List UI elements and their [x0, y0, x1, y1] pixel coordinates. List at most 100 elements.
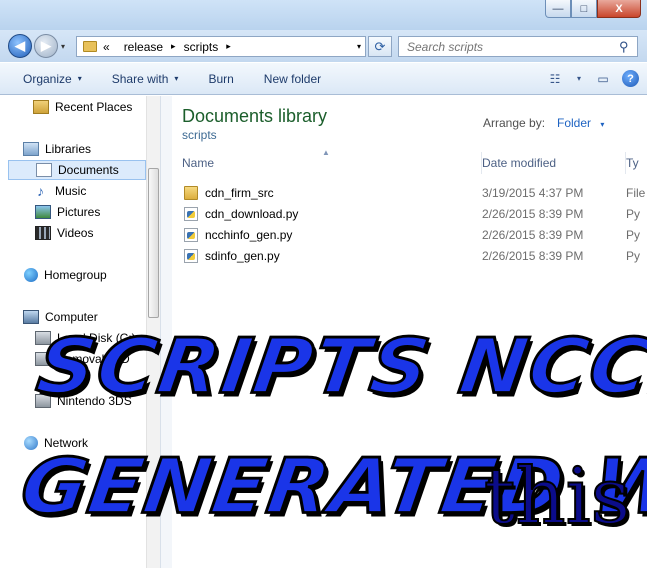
column-headers: ▲ Name Date modified Ty [182, 148, 647, 174]
python-file-icon [184, 248, 198, 263]
file-row[interactable]: ncchinfo_gen.py 2/26/2015 8:39 PM Py [182, 224, 647, 245]
removable-disk-icon [35, 394, 51, 408]
nav-label: Local Disk (C:) [57, 331, 136, 345]
pane-splitter[interactable] [160, 96, 172, 568]
nav-label: Computer [45, 310, 98, 324]
nav-local-disk[interactable]: Local Disk (C:) [35, 328, 136, 348]
help-icon[interactable]: ? [622, 70, 639, 87]
column-name[interactable]: ▲ Name [182, 148, 482, 174]
view-options-icon[interactable]: ☷ [546, 71, 564, 87]
hard-disk-icon [35, 331, 51, 345]
arrange-by-label: Arrange by: [483, 116, 546, 130]
arrange-by-dropdown[interactable]: Folder ▾ [557, 116, 604, 130]
nav-pictures[interactable]: Pictures [35, 202, 100, 222]
chevron-down-icon[interactable]: ▾ [574, 71, 584, 87]
file-row[interactable]: sdinfo_gen.py 2/26/2015 8:39 PM Py [182, 245, 647, 266]
chevron-down-icon: ▾ [77, 74, 82, 83]
computer-icon [23, 310, 39, 324]
nav-label: Videos [57, 226, 94, 240]
breadcrumb-scripts[interactable]: scripts [184, 40, 219, 54]
library-subtitle: scripts [182, 128, 217, 142]
arrange-by-value: Folder [557, 116, 592, 130]
nav-homegroup[interactable]: Homegroup [24, 265, 107, 285]
navigation-pane: Recent Places Libraries Documents ♪ Musi… [0, 96, 160, 568]
search-box[interactable]: ⚲ [398, 36, 638, 57]
nav-network[interactable]: Network [24, 433, 88, 453]
close-button[interactable]: X [597, 0, 641, 18]
nav-scrollbar[interactable] [146, 96, 160, 568]
nav-label: Recent Places [55, 100, 133, 114]
nav-computer[interactable]: Computer [23, 307, 98, 327]
file-date: 2/26/2015 8:39 PM [482, 206, 584, 221]
maximize-button[interactable]: □ [571, 0, 597, 18]
library-title: Documents library [182, 106, 328, 126]
nav-removable-disk[interactable]: Removable D [35, 349, 130, 369]
file-date: 3/19/2015 4:37 PM [482, 185, 584, 200]
pictures-icon [35, 205, 51, 219]
nav-label: Homegroup [44, 268, 107, 282]
organize-label: Organize [23, 71, 72, 86]
address-dropdown-icon[interactable]: ▾ [357, 42, 361, 51]
title-bar: — □ X [0, 0, 647, 30]
column-label: Date modified [482, 156, 557, 170]
refresh-button[interactable]: ⟳ [368, 36, 392, 57]
file-date: 2/26/2015 8:39 PM [482, 227, 584, 242]
view-buttons: ☷ ▾ ▭ ? [546, 70, 639, 87]
nav-label: Pictures [57, 205, 101, 219]
network-icon [24, 436, 38, 450]
new-folder-button[interactable]: New folder [253, 72, 332, 86]
minimize-button[interactable]: — [545, 0, 571, 18]
nav-label: Nintendo 3DS [57, 394, 132, 408]
file-row[interactable]: cdn_download.py 2/26/2015 8:39 PM Py [182, 203, 647, 224]
file-name: sdinfo_gen.py [205, 248, 280, 263]
breadcrumb-overflow[interactable]: « [103, 40, 110, 54]
sort-ascending-icon: ▲ [322, 148, 330, 157]
file-type: Py [626, 227, 641, 242]
forward-button[interactable]: ▶ [34, 34, 58, 58]
nav-nintendo-3ds[interactable]: Nintendo 3DS [35, 391, 132, 411]
column-label: Ty [626, 156, 639, 170]
breadcrumb-separator[interactable]: ▸ [171, 41, 176, 52]
nav-label: Documents [58, 163, 119, 177]
address-row: ◀ ▶ ▾ « release ▸ scripts ▸ ▾ ⟳ ⚲ [0, 30, 647, 62]
file-name: cdn_download.py [205, 206, 299, 221]
nav-videos[interactable]: Videos [35, 223, 93, 243]
python-file-icon [184, 206, 198, 221]
content-pane: Documents library scripts Arrange by: Fo… [172, 96, 647, 568]
breadcrumb-release[interactable]: release [124, 40, 163, 54]
preview-pane-icon[interactable]: ▭ [594, 71, 612, 87]
burn-button[interactable]: Burn [197, 72, 244, 86]
caption-buttons: — □ X [545, 0, 641, 18]
removable-disk-icon [35, 352, 51, 366]
folder-icon [184, 185, 198, 200]
file-type: File [626, 185, 646, 200]
file-name: ncchinfo_gen.py [205, 227, 293, 242]
folder-icon [83, 41, 97, 52]
back-button[interactable]: ◀ [8, 34, 32, 58]
address-bar[interactable]: « release ▸ scripts ▸ ▾ [76, 36, 366, 57]
nav-recent-places[interactable]: Recent Places [33, 97, 132, 117]
file-type: Py [626, 206, 641, 221]
nav-documents[interactable]: Documents [8, 160, 146, 180]
search-icon[interactable]: ⚲ [619, 39, 637, 55]
column-date-modified[interactable]: Date modified [482, 152, 626, 174]
organize-button[interactable]: Organize ▾ [12, 72, 93, 86]
command-bar: Organize ▾ Share with ▾ Burn New folder … [0, 62, 647, 95]
nav-label: Removable D [57, 352, 130, 366]
search-input[interactable] [399, 39, 619, 54]
nav-libraries[interactable]: Libraries [23, 139, 91, 159]
file-row[interactable]: cdn_firm_src 3/19/2015 4:37 PM File [182, 182, 647, 203]
share-with-button[interactable]: Share with ▾ [101, 72, 190, 86]
file-type: Py [626, 248, 641, 263]
recent-places-icon [33, 100, 49, 114]
homegroup-icon [24, 268, 38, 282]
videos-icon [35, 226, 51, 240]
scrollbar-thumb[interactable] [148, 168, 159, 318]
breadcrumb-separator[interactable]: ▸ [226, 41, 231, 52]
file-date: 2/26/2015 8:39 PM [482, 248, 584, 263]
nav-label: Libraries [45, 142, 92, 156]
recent-pages-dropdown[interactable]: ▾ [61, 42, 65, 51]
column-type[interactable]: Ty [626, 152, 647, 174]
libraries-icon [23, 142, 39, 156]
nav-music[interactable]: ♪ Music [37, 181, 86, 201]
